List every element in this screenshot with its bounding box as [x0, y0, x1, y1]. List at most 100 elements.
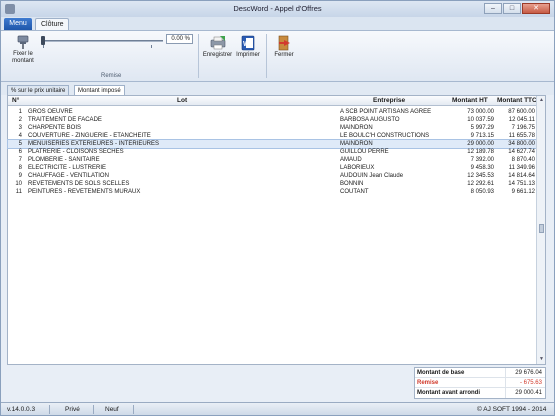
cell-montant-ttc: 8 870.40: [511, 157, 535, 163]
close-document-button[interactable]: Fermer: [272, 35, 296, 59]
minimize-button[interactable]: –: [484, 3, 502, 14]
cell-lot: MENUISERIES EXTERIEURES - INTERIEURES: [28, 141, 160, 147]
cell-num: 2: [18, 117, 22, 123]
status-separator: [133, 405, 134, 414]
cell-num: 6: [18, 149, 22, 155]
table-row[interactable]: 7 PLOMBERIE - SANITAIRE AMAUD 7 392.00 8 870…: [8, 156, 537, 164]
remise-value: - 675.63: [519, 380, 542, 386]
scroll-up-icon[interactable]: ▲: [538, 97, 545, 104]
cell-montant-ht: 10 037.59: [467, 117, 494, 123]
lots-table: N° Lot Entreprise Montant HT Montant TTC…: [7, 95, 546, 365]
totals-panel: Montant de base 29 676.04 Remise - 675.6…: [414, 367, 546, 399]
print-label: Imprimer: [236, 52, 260, 58]
print-button[interactable]: W Imprimer: [234, 35, 262, 59]
fix-amount-button[interactable]: Fixer le montant: [9, 34, 37, 65]
cell-montant-ttc: 11 655.78: [508, 133, 535, 139]
table-row[interactable]: 3 CHARPENTE BOIS MAINDRON 5 997.29 7 196.75: [8, 124, 537, 132]
pushpin-icon: [17, 35, 29, 49]
table-row[interactable]: 11 PEINTURES - REVETEMENTS MURAUX COUTANT 8…: [8, 188, 537, 196]
fix-amount-label-1: Fixer le: [13, 51, 33, 57]
remise-group-label: Remise: [101, 73, 122, 79]
cell-montant-ht: 9 713.15: [470, 133, 494, 139]
tab-menu[interactable]: Menu: [4, 18, 32, 30]
table-row[interactable]: 9 CHAUFFAGE - VENTILATION AUDOUIN Jean Cla…: [8, 172, 537, 180]
cell-entreprise: BONNIN: [340, 181, 364, 187]
ribbon-panel: Fixer le montant 0.00 % Remise Enregistr…: [1, 30, 554, 82]
total-base-row: Montant de base 29 676.04: [415, 368, 545, 378]
table-row[interactable]: 2 TRAITEMENT DE FACADE BARBOSA AUGUSTO 10 0…: [8, 116, 537, 124]
fix-amount-label-2: montant: [12, 58, 34, 64]
copyright-text: © AJ SOFT 1994 - 2014: [477, 406, 547, 413]
table-row[interactable]: 6 PLATRERIE - CLOISONS SECHES GUILLOU PERR…: [8, 148, 537, 156]
remise-label: Remise: [417, 380, 439, 386]
state-text: Neuf: [105, 406, 119, 413]
svg-text:W: W: [243, 41, 250, 48]
cell-montant-ht: 12 189.78: [467, 149, 494, 155]
cell-lot: TRAITEMENT DE FACADE: [28, 117, 102, 123]
cell-entreprise: LABORIEUX: [340, 165, 375, 171]
total-base-label: Montant de base: [417, 370, 465, 376]
slider-tick: [151, 45, 152, 48]
cell-montant-ht: 29 000.00: [467, 141, 494, 147]
document-tabs: % sur le prix unitaire Montant imposé: [1, 82, 554, 96]
cell-montant-ht: 8 050.93: [470, 189, 494, 195]
header-montant-ttc[interactable]: Montant TTC: [497, 97, 537, 104]
cell-lot: GROS OEUVRE: [28, 109, 73, 115]
cell-montant-ttc: 14 627.74: [508, 149, 535, 155]
scroll-down-icon[interactable]: ▼: [538, 356, 545, 363]
cell-entreprise: AMAUD: [340, 157, 362, 163]
cell-entreprise: MAINDRON: [340, 125, 373, 131]
title-bar: DescWord - Appel d'Offres – □ ✕: [1, 1, 554, 17]
status-separator: [93, 405, 94, 414]
vertical-scrollbar[interactable]: ▲ ▼: [536, 96, 545, 364]
cell-montant-ttc: 7 196.75: [511, 125, 535, 131]
save-button[interactable]: Enregistrer: [201, 35, 234, 59]
scroll-thumb[interactable]: [539, 224, 544, 233]
cell-lot: PEINTURES - REVETEMENTS MURAUX: [28, 189, 141, 195]
total-before-rounding-row: Montant avant arrondi 29 000.41: [415, 388, 545, 398]
cell-montant-ttc: 9 661.12: [511, 189, 535, 195]
window-controls: – □ ✕: [484, 3, 550, 14]
total-divider: [505, 388, 506, 398]
header-montant-ht[interactable]: Montant HT: [452, 97, 488, 104]
cell-montant-ttc: 11 349.96: [508, 165, 535, 171]
header-num[interactable]: N°: [12, 97, 19, 104]
cell-montant-ht: 5 997.29: [470, 125, 494, 131]
header-lot[interactable]: Lot: [177, 97, 187, 104]
cell-lot: PLOMBERIE - SANITAIRE: [28, 157, 100, 163]
word-document-icon: W: [241, 35, 255, 51]
cell-montant-ht: 12 292.61: [467, 181, 494, 187]
cell-lot: CHARPENTE BOIS: [28, 125, 82, 131]
cell-entreprise: GUILLOU PERRE: [340, 149, 389, 155]
tab-cloture[interactable]: Clôture: [35, 18, 69, 30]
cell-montant-ttc: 12 045.11: [508, 117, 535, 123]
status-separator: [49, 405, 50, 414]
table-row[interactable]: 8 ELECTRICITE - LUSTRERIE LABORIEUX 9 458.3…: [8, 164, 537, 172]
table-row[interactable]: 5 MENUISERIES EXTERIEURES - INTERIEURES MA…: [7, 139, 538, 149]
maximize-button[interactable]: □: [503, 3, 521, 14]
cell-entreprise: LE BOULC'H CONSTRUCTIONS: [340, 133, 430, 139]
window-title: DescWord - Appel d'Offres: [233, 4, 322, 13]
table-row[interactable]: 10 REVETEMENTS DE SOLS SCELLES BONNIN 12 29…: [8, 180, 537, 188]
discount-percent-field[interactable]: 0.00 %: [166, 34, 193, 44]
table-row[interactable]: 1 GROS OEUVRE A SCB POINT ARTISANS AGREE 73…: [8, 108, 537, 116]
mode-text: Privé: [65, 406, 80, 413]
header-entreprise[interactable]: Entreprise: [373, 97, 405, 104]
cell-montant-ht: 73 000.00: [467, 109, 494, 115]
discount-slider-track[interactable]: [43, 40, 163, 42]
cell-num: 7: [18, 157, 22, 163]
table-row[interactable]: 4 COUVERTURE - ZINGUERIE - ETANCHEITE LE B…: [8, 132, 537, 140]
cell-entreprise: BARBOSA AUGUSTO: [340, 117, 400, 123]
cell-lot: ELECTRICITE - LUSTRERIE: [28, 165, 107, 171]
total-before-rounding-value: 29 000.41: [515, 390, 542, 396]
close-window-button[interactable]: ✕: [522, 3, 550, 14]
discount-slider-thumb[interactable]: [41, 36, 45, 45]
ribbon-tabs: Menu Clôture: [1, 17, 554, 30]
cell-lot: CHAUFFAGE - VENTILATION: [28, 173, 109, 179]
table-header: N° Lot Entreprise Montant HT Montant TTC: [8, 96, 537, 106]
cell-num: 5: [18, 141, 22, 147]
cell-num: 10: [15, 181, 22, 187]
total-base-value: 29 676.04: [515, 370, 542, 376]
cell-num: 9: [18, 173, 22, 179]
save-label: Enregistrer: [202, 52, 233, 58]
